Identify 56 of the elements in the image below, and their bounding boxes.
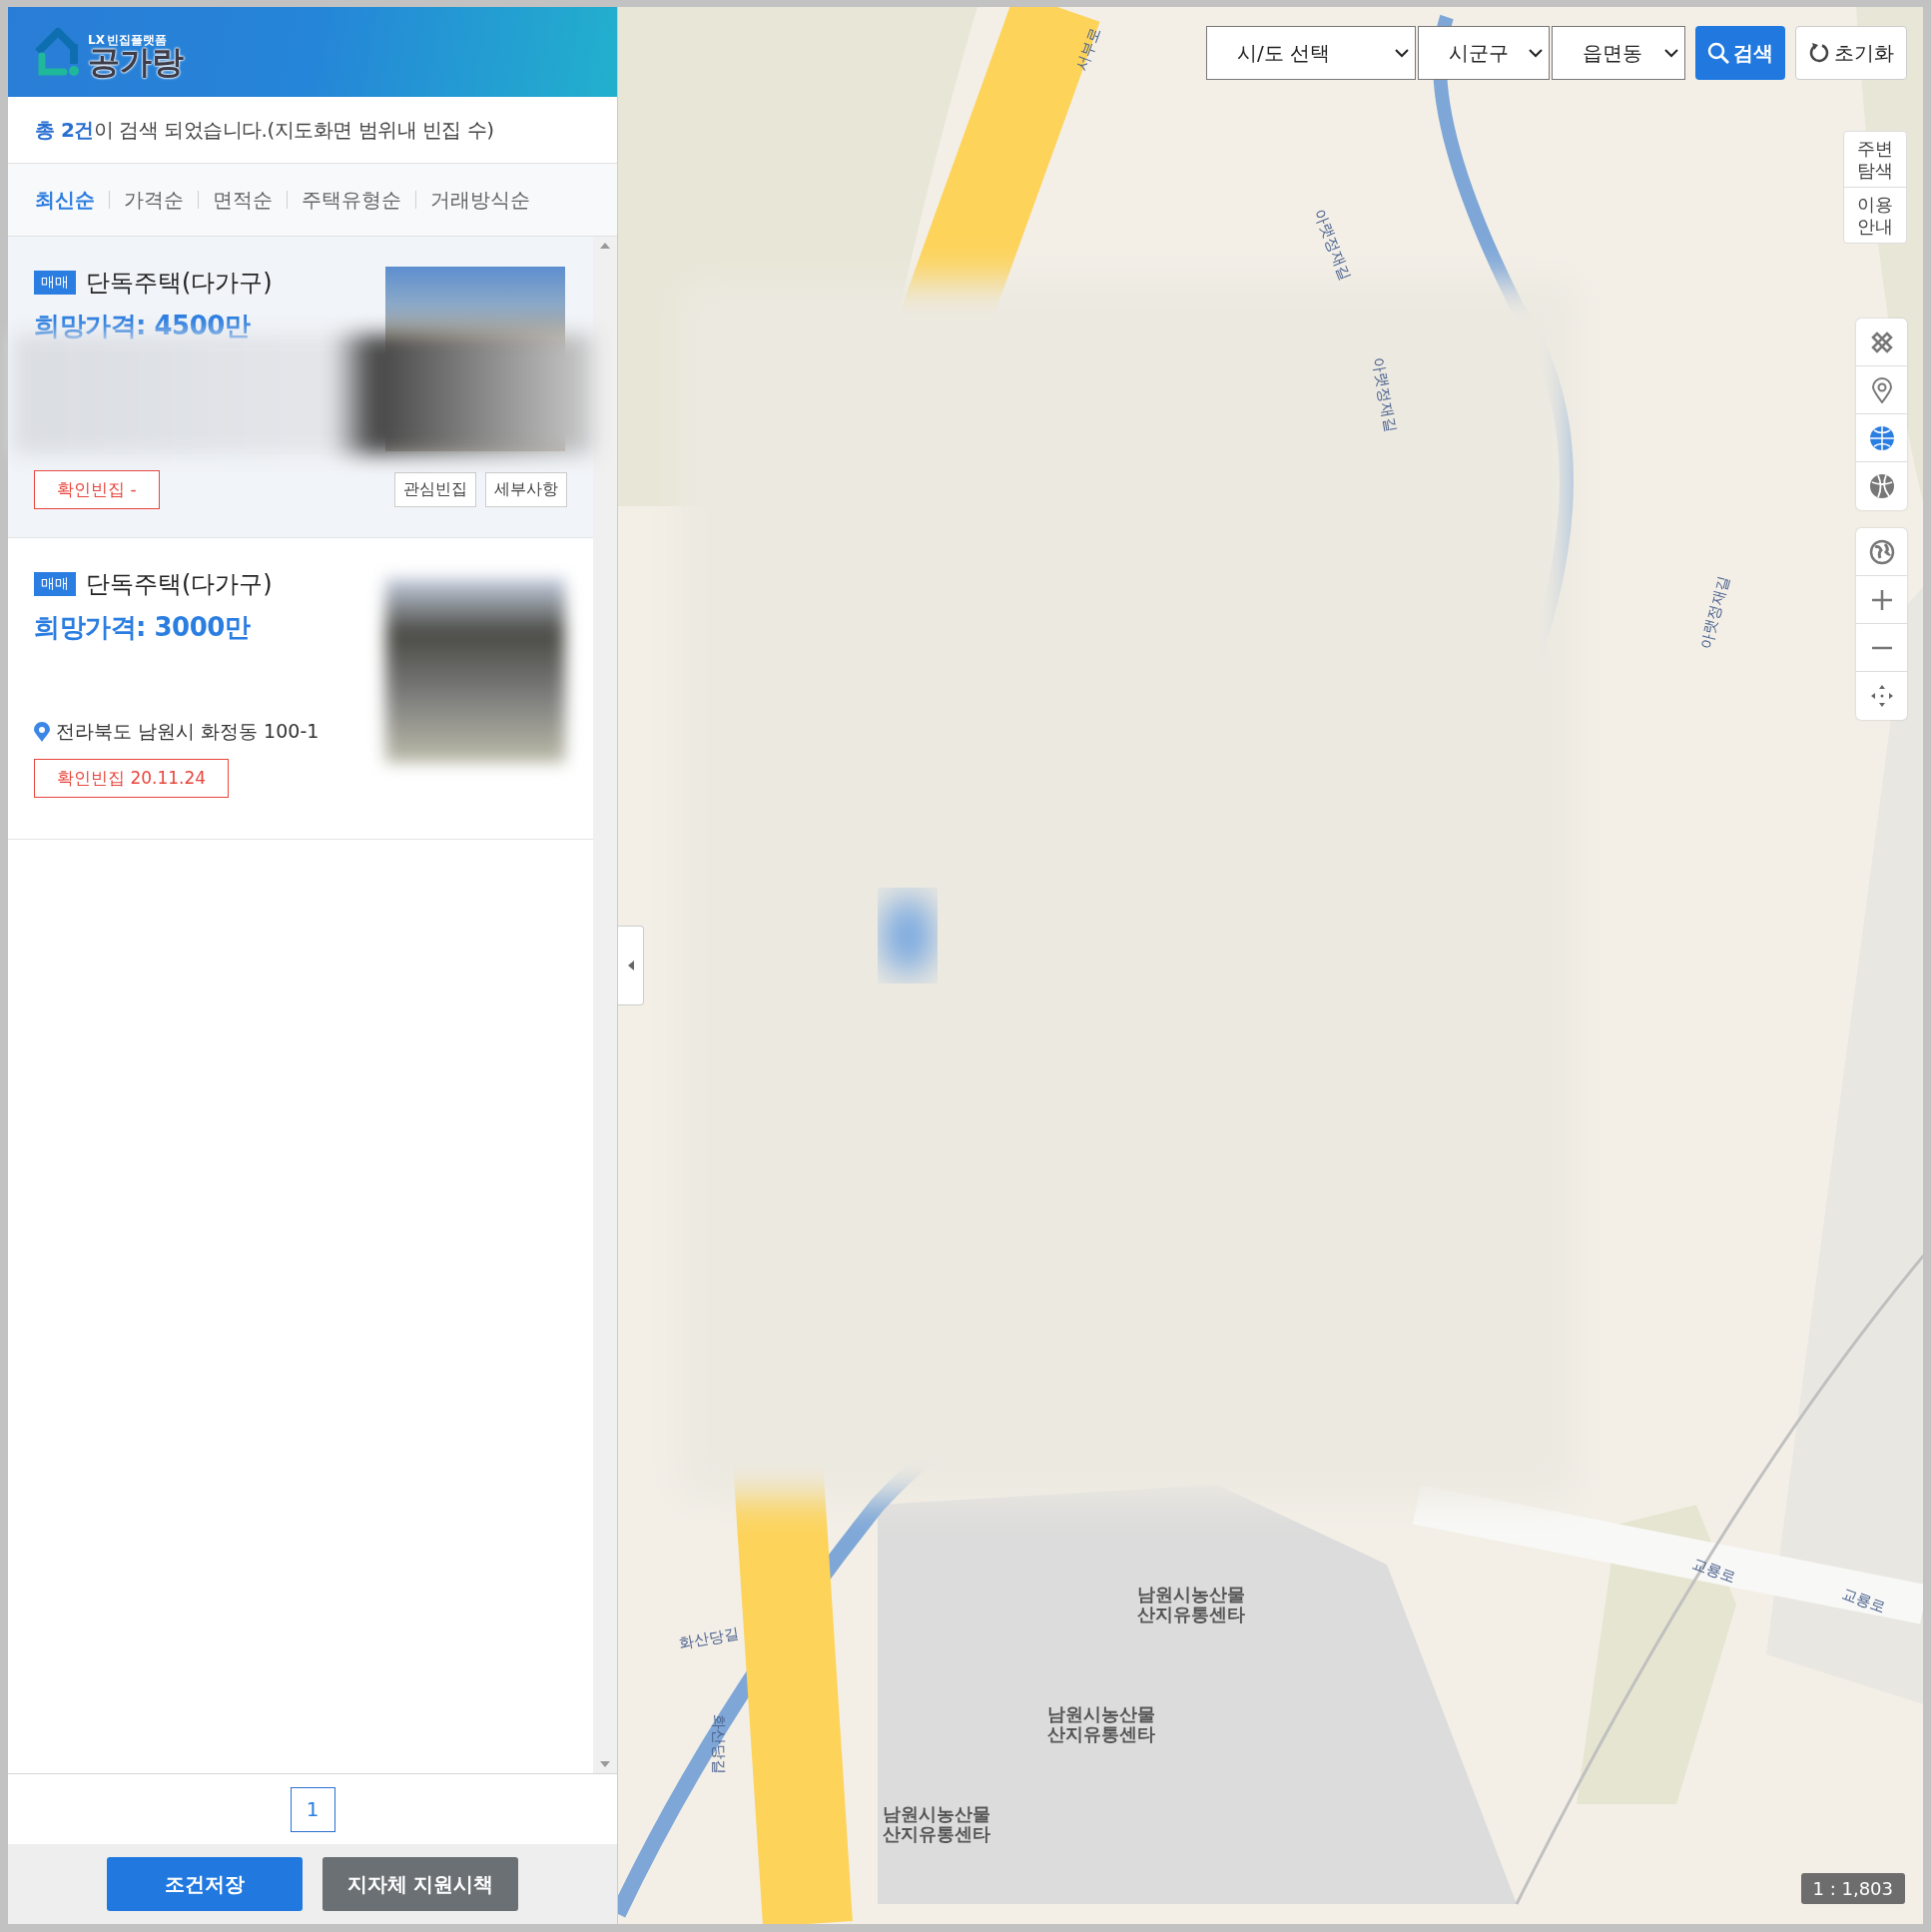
- sort-tab[interactable]: 거래방식순: [415, 191, 544, 209]
- deal-type-badge: 매매: [34, 572, 76, 596]
- listing-title: 단독주택(다가구): [86, 569, 273, 600]
- search-button[interactable]: 검색: [1695, 26, 1785, 80]
- confirm-tag: 확인빈집 -: [34, 470, 160, 509]
- location-pin-icon: [34, 722, 50, 742]
- listing-card[interactable]: 매매 단독주택(다가구) 희망가격: 4500만 확인빈집 - 관심빈집 세부사항: [8, 237, 593, 538]
- side-menu-button[interactable]: 주변 탐색: [1844, 132, 1906, 189]
- globe-icon: [1868, 538, 1895, 565]
- chevron-down-icon: [1664, 48, 1678, 58]
- map-scale: 1 : 1,803: [1800, 1873, 1905, 1904]
- province-select[interactable]: 시/도 선택: [1206, 26, 1416, 80]
- listing-action-button[interactable]: 관심빈집: [394, 472, 476, 507]
- logo-mark: LX: [88, 34, 105, 46]
- side-menu-button[interactable]: 이용 안내: [1844, 188, 1906, 244]
- scrollbar[interactable]: [593, 237, 617, 1773]
- sort-tab[interactable]: 가격순: [109, 191, 198, 209]
- plus-icon: [1871, 589, 1892, 610]
- sort-tab[interactable]: 최신순: [35, 191, 109, 209]
- result-summary: 총 2건이 검색 되었습니다.(지도화면 범위내 빈집 수): [35, 116, 494, 144]
- search-icon: [1707, 42, 1729, 64]
- place-label: 남원시농산물 산지유통센타: [1137, 1585, 1245, 1624]
- road-label: 교룡로: [1839, 1585, 1889, 1618]
- logo-tagline: 빈집플랫폼: [106, 34, 167, 46]
- road-label: 서부로: [1072, 24, 1106, 74]
- road-label: 아랫정재길: [1368, 356, 1400, 434]
- location-pin-icon: [1870, 376, 1893, 403]
- listing-title: 단독주택(다가구): [86, 268, 273, 299]
- logo-name: 공가랑: [88, 46, 184, 78]
- town-select[interactable]: 읍면동: [1552, 26, 1685, 80]
- refresh-icon: [1808, 42, 1830, 64]
- chevron-down-icon: [1395, 48, 1409, 58]
- page-button[interactable]: 1: [290, 1786, 335, 1832]
- minus-icon: [1871, 645, 1892, 650]
- sort-tab[interactable]: 주택유형순: [287, 191, 415, 209]
- listing-action-button[interactable]: 세부사항: [485, 472, 567, 507]
- listing-price: 희망가격: 3000만: [34, 611, 252, 644]
- reset-button[interactable]: 초기화: [1795, 26, 1907, 80]
- sphere-icon: [1868, 473, 1895, 499]
- place-label: 남원시농산물 산지유통센타: [1047, 1704, 1155, 1744]
- sort-tab[interactable]: 면적순: [198, 191, 287, 209]
- scroll-down-icon[interactable]: [600, 1761, 610, 1767]
- footer-button[interactable]: 지자체 지원시책: [322, 1857, 518, 1911]
- deal-type-badge: 매매: [34, 271, 76, 295]
- footer-button[interactable]: 조건저장: [107, 1857, 303, 1911]
- confirm-tag: 확인빈집 20.11.24: [34, 759, 230, 798]
- road-label: 화산당길: [678, 1623, 741, 1653]
- chevron-down-icon: [1529, 48, 1543, 58]
- road-label: 교룡로: [1689, 1555, 1739, 1589]
- listing-price: 희망가격: 4500만: [34, 310, 252, 342]
- scroll-up-icon[interactable]: [600, 243, 610, 249]
- road-label: 화산당길: [709, 1714, 728, 1774]
- place-label: 남원시농산물 산지유통센타: [883, 1804, 990, 1844]
- caret-icon: [627, 961, 634, 970]
- listing-address: 전라북도 남원시 화정동 100-1: [56, 719, 320, 744]
- district-select[interactable]: 시군구: [1418, 26, 1550, 80]
